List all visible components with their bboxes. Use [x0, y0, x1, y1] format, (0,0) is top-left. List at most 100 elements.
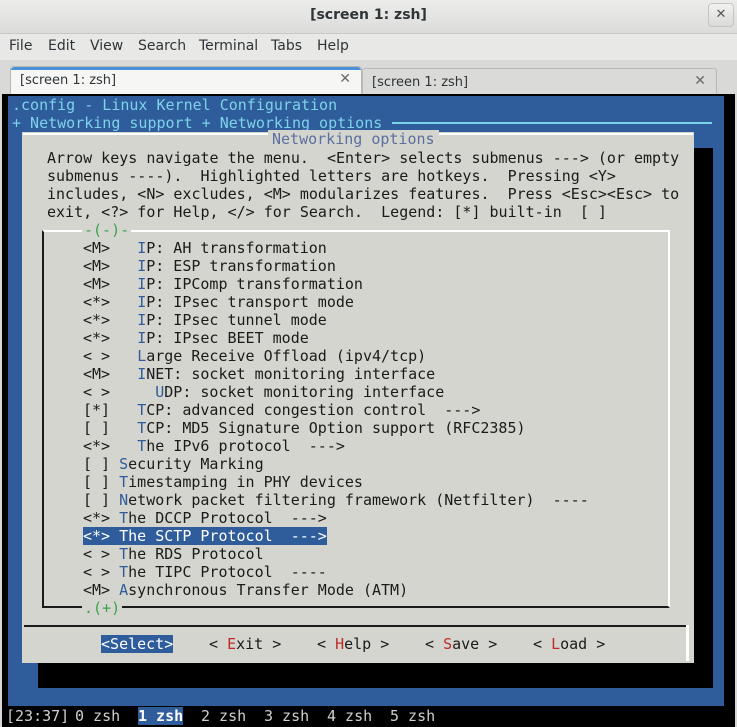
option-hotkey: T	[119, 473, 129, 491]
option-row[interactable]: <M> IP: ESP transformation	[83, 257, 336, 275]
screen-window-2[interactable]: 2 zsh	[201, 707, 246, 725]
option-row[interactable]: < > Large Receive Offload (ipv4/tcp)	[83, 347, 426, 365]
option-label: DP: socket monitoring interface	[164, 383, 445, 401]
button-hotkey: S	[110, 635, 120, 653]
option-hotkey: I	[137, 239, 147, 257]
breadcrumb-rule	[392, 122, 712, 124]
status-clock: [23:37]	[6, 707, 70, 725]
menu-file[interactable]: File	[9, 38, 32, 54]
menu-edit[interactable]: Edit	[48, 38, 75, 54]
menu-view[interactable]: View	[90, 38, 123, 54]
menu-search[interactable]: Search	[138, 38, 186, 54]
help-line: includes, <N> excludes, <M> modularizes …	[47, 185, 680, 203]
option-label: he DCCP Protocol --->	[128, 509, 327, 527]
button-separator-edge	[686, 625, 689, 661]
tab-label: [screen 1: zsh]	[20, 73, 117, 88]
scroll-down-indicator: .(+)	[82, 599, 123, 617]
option-hotkey: T	[137, 401, 147, 419]
screen-status-bar: [23:37] 0 zsh 1 zsh 2 zsh 3 zsh 4 zsh 5 …	[2, 706, 735, 727]
tab-screen-1-active[interactable]: [screen 1: zsh] ✕	[10, 66, 362, 94]
screen-window-4[interactable]: 4 zsh	[327, 707, 372, 725]
option-hotkey: T	[119, 545, 129, 563]
option-hotkey: I	[137, 275, 147, 293]
button-open: <	[317, 635, 336, 653]
screen-window-0[interactable]: 0 zsh	[75, 707, 120, 725]
option-row[interactable]: <M> IP: AH transformation	[83, 239, 327, 257]
menu-tabs[interactable]: Tabs	[271, 38, 302, 54]
menu-terminal[interactable]: Terminal	[199, 38, 258, 54]
option-label: ecurity Marking	[128, 455, 264, 473]
option-row-selected[interactable]: <*> The SCTP Protocol --->	[83, 527, 327, 545]
tab-label: [screen 1: zsh]	[372, 75, 469, 90]
button-open: <	[101, 635, 111, 653]
help-button[interactable]: < Help >	[317, 635, 389, 653]
option-state: < >	[83, 383, 156, 401]
option-state: <*>	[83, 311, 138, 329]
option-state: <*>	[83, 527, 120, 545]
option-row[interactable]: <M> IP: IPComp transformation	[83, 275, 363, 293]
option-row[interactable]: [ ] Network packet filtering framework (…	[83, 491, 589, 509]
option-row[interactable]: [*] TCP: advanced congestion control ---…	[83, 401, 480, 419]
button-separator	[24, 625, 689, 627]
button-hotkey: S	[443, 635, 453, 653]
option-hotkey: N	[119, 491, 129, 509]
close-window-button[interactable]: ✕	[708, 3, 734, 27]
option-hotkey: I	[137, 293, 147, 311]
screen-window-3[interactable]: 3 zsh	[264, 707, 309, 725]
option-row[interactable]: <*> The DCCP Protocol --->	[83, 509, 327, 527]
option-state: <M>	[83, 365, 138, 383]
option-label: P: IPsec BEET mode	[146, 329, 309, 347]
window-title: [screen 1: zsh]	[310, 7, 427, 23]
option-state: [*]	[83, 401, 138, 419]
option-state: <*>	[83, 437, 138, 455]
option-row[interactable]: <M> INET: socket monitoring interface	[83, 365, 435, 383]
option-state: <*>	[83, 329, 138, 347]
button-label: xit	[236, 635, 264, 653]
option-label: P: IPsec transport mode	[146, 293, 354, 311]
menu-help[interactable]: Help	[317, 38, 349, 54]
option-label: he SCTP Protocol --->	[128, 527, 327, 545]
option-state: <*>	[83, 509, 120, 527]
option-state: < >	[83, 545, 120, 563]
load-button[interactable]: < Load >	[533, 635, 605, 653]
option-label: CP: advanced congestion control --->	[146, 401, 481, 419]
option-label: he IPv6 protocol --->	[146, 437, 345, 455]
screen-window-5[interactable]: 5 zsh	[390, 707, 435, 725]
option-row[interactable]: < > The TIPC Protocol ----	[83, 563, 327, 581]
option-row[interactable]: <*> The IPv6 protocol --->	[83, 437, 345, 455]
option-state: [ ]	[83, 491, 120, 509]
tab-close-icon[interactable]: ✕	[694, 73, 706, 89]
option-row[interactable]: < > UDP: socket monitoring interface	[83, 383, 444, 401]
tab-screen-1-inactive[interactable]: [screen 1: zsh] ✕	[362, 68, 717, 94]
option-row[interactable]: <*> IP: IPsec transport mode	[83, 293, 354, 311]
help-line: Arrow keys navigate the menu. <Enter> se…	[47, 149, 680, 167]
option-label: P: ESP transformation	[146, 257, 336, 275]
option-row[interactable]: <*> IP: IPsec BEET mode	[83, 329, 309, 347]
option-hotkey: S	[119, 455, 129, 473]
save-button[interactable]: < Save >	[425, 635, 497, 653]
option-row[interactable]: [ ] Security Marking	[83, 455, 264, 473]
screen-window-1-current[interactable]: 1 zsh	[138, 707, 184, 725]
option-hotkey: T	[137, 419, 147, 437]
option-hotkey: T	[119, 563, 129, 581]
option-hotkey: I	[137, 257, 147, 275]
select-button[interactable]: <Select>	[101, 635, 173, 653]
option-label: he RDS Protocol	[128, 545, 264, 563]
option-hotkey: A	[119, 581, 129, 599]
dialog-shadow-bottom	[38, 663, 713, 688]
option-row[interactable]: [ ] Timestamping in PHY devices	[83, 473, 363, 491]
option-state: [ ]	[83, 455, 120, 473]
exit-button[interactable]: < Exit >	[209, 635, 281, 653]
button-label: ave	[452, 635, 480, 653]
button-hotkey: L	[551, 635, 561, 653]
option-row[interactable]: < > The RDS Protocol	[83, 545, 264, 563]
option-state: <*>	[83, 293, 138, 311]
option-label: P: AH transformation	[146, 239, 327, 257]
option-label: imestamping in PHY devices	[128, 473, 363, 491]
option-row[interactable]: [ ] TCP: MD5 Signature Option support (R…	[83, 419, 526, 437]
option-row[interactable]: <*> IP: IPsec tunnel mode	[83, 311, 327, 329]
option-state: <M>	[83, 275, 138, 293]
option-state: <M>	[83, 581, 120, 599]
tab-close-icon[interactable]: ✕	[339, 71, 351, 87]
option-row[interactable]: <M> Asynchronous Transfer Mode (ATM)	[83, 581, 408, 599]
